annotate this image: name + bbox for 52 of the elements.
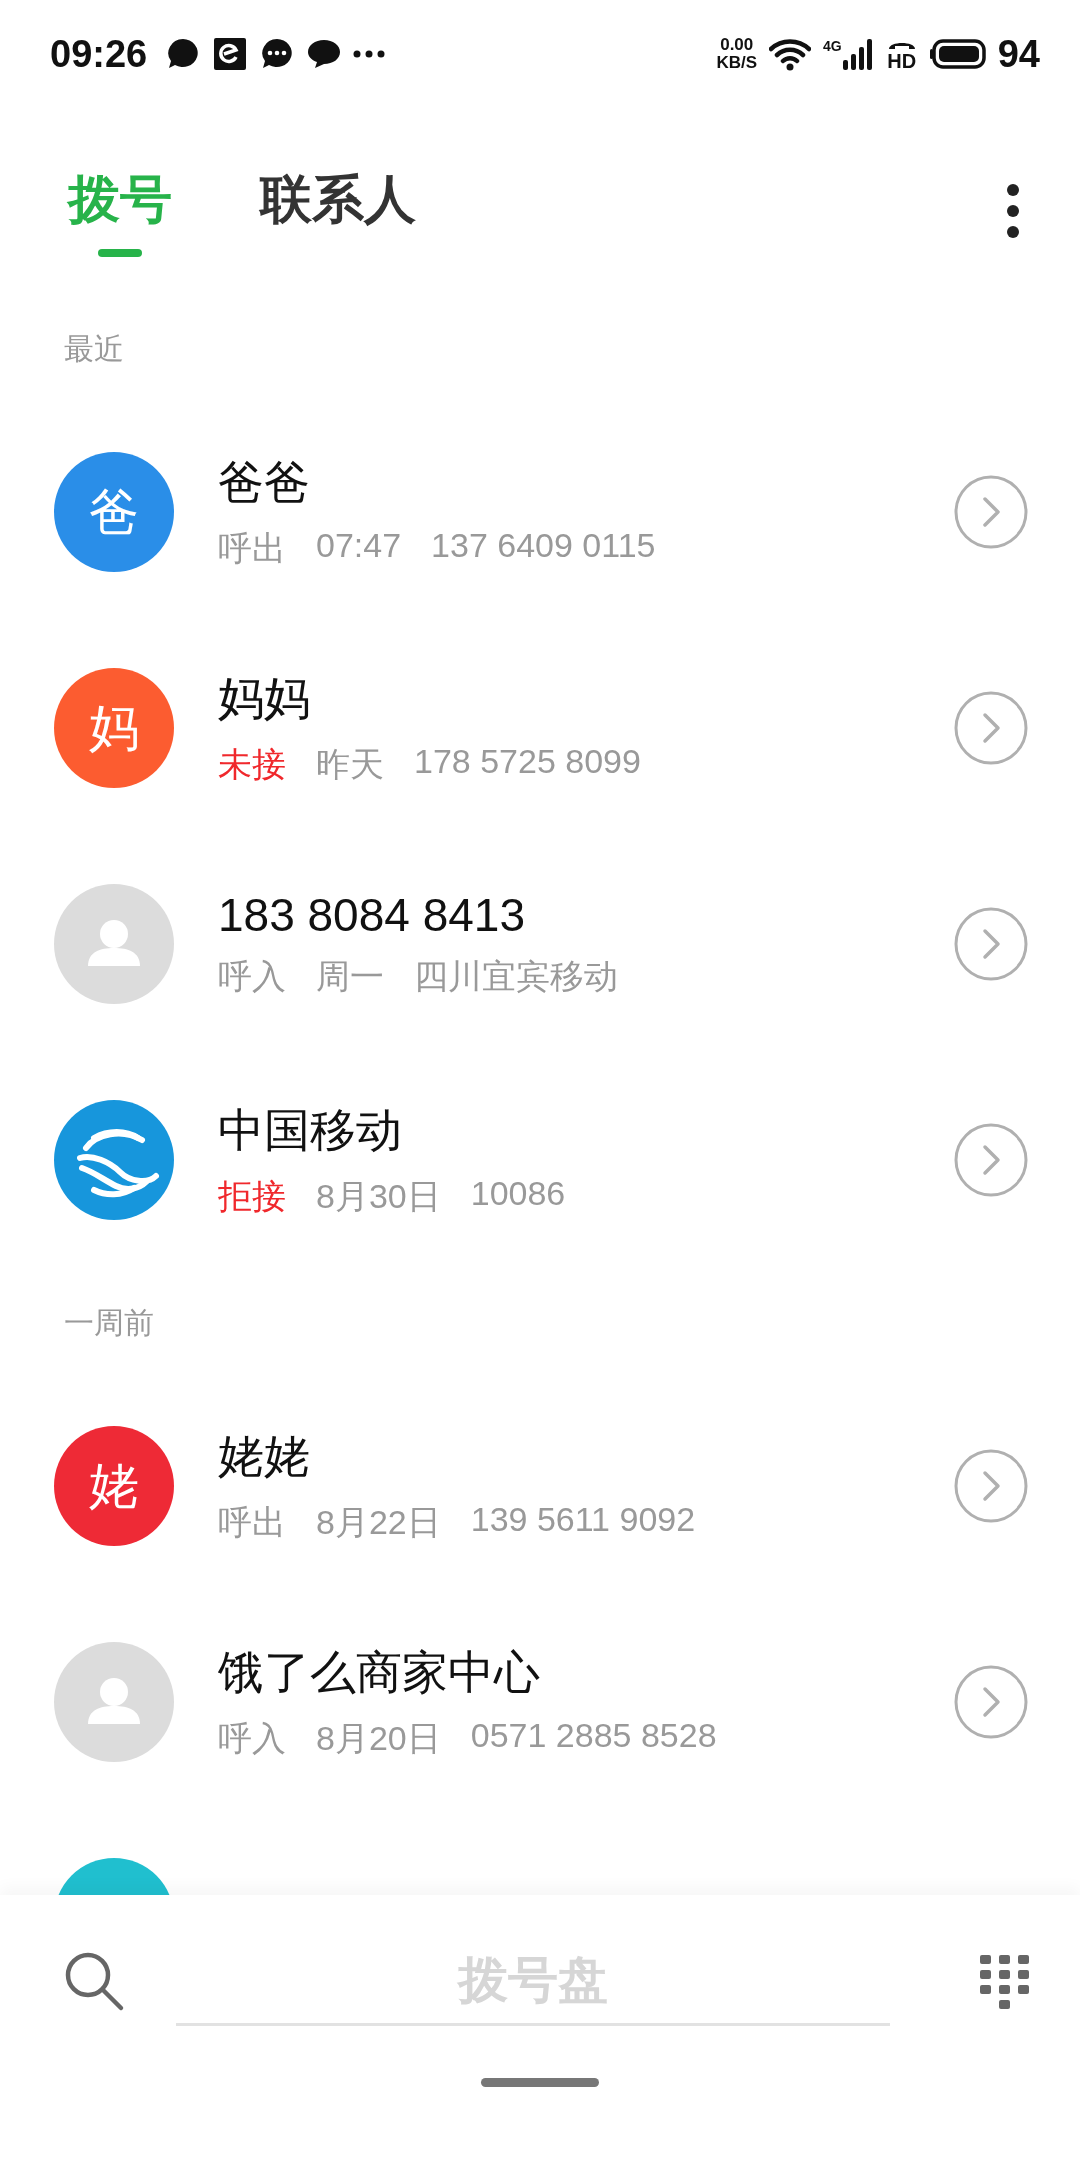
section-header: 一周前 xyxy=(63,1304,155,1341)
contact-name: 妈妈 xyxy=(218,671,310,726)
call-time: 周一 xyxy=(316,956,384,997)
call-type: 呼入 xyxy=(218,956,286,997)
battery-icon xyxy=(929,39,986,69)
chat-bubble-icon xyxy=(307,39,342,69)
call-detail: 178 5725 8099 xyxy=(414,742,641,782)
chevron-right-icon[interactable] xyxy=(954,1449,1028,1523)
call-time: 8月30日 xyxy=(316,1176,441,1217)
call-type: 拒接 xyxy=(218,1176,286,1217)
avatar: 姥 xyxy=(54,1426,174,1546)
call-time: 8月20日 xyxy=(316,1718,441,1759)
dialpad-icon[interactable] xyxy=(980,1954,1030,2009)
call-detail: 137 6409 0115 xyxy=(431,526,656,566)
avatar: 爸 xyxy=(54,452,174,572)
avatar: 妈 xyxy=(54,668,174,788)
chevron-right-icon[interactable] xyxy=(954,475,1028,549)
call-time: 07:47 xyxy=(316,526,402,566)
app-notification-icon xyxy=(213,37,248,71)
chevron-right-icon[interactable] xyxy=(954,1123,1028,1197)
section-header: 最近 xyxy=(63,330,125,367)
contact-name: 183 8084 8413 xyxy=(218,888,525,942)
chevron-right-icon[interactable] xyxy=(954,1665,1028,1739)
search-icon[interactable] xyxy=(64,1950,126,2013)
home-indicator[interactable] xyxy=(481,2078,599,2087)
contact-name: 爸爸 xyxy=(218,455,310,510)
status-time: 09:26 xyxy=(50,32,148,76)
more-options-icon[interactable] xyxy=(1006,183,1020,239)
signal-icon xyxy=(841,38,874,70)
network-type: 4G xyxy=(823,38,842,54)
call-detail: 139 5611 9092 xyxy=(470,1500,696,1540)
net-speed-unit: KB/S xyxy=(716,54,758,72)
call-detail: 四川宜宾移动 xyxy=(414,956,618,997)
call-time: 8月22日 xyxy=(316,1502,441,1543)
call-type: 呼出 xyxy=(218,1502,286,1543)
contact-name: 中国移动 xyxy=(218,1103,402,1158)
call-type: 呼出 xyxy=(218,528,286,569)
call-detail: 0571 2885 8528 xyxy=(470,1716,717,1756)
call-type: 呼入 xyxy=(218,1718,286,1759)
more-notifications-icon xyxy=(353,50,386,58)
wifi-icon xyxy=(769,37,812,71)
contact-name: 饿了么商家中心 xyxy=(218,1645,540,1700)
chevron-right-icon[interactable] xyxy=(954,907,1028,981)
tab[interactable]: 联系人 xyxy=(260,165,416,257)
battery-level: 94 xyxy=(997,32,1040,76)
call-detail: 10086 xyxy=(470,1174,566,1214)
contact-name: 姥姥 xyxy=(218,1429,310,1484)
hd-label: HD xyxy=(887,51,917,71)
call-type: 未接 xyxy=(218,744,286,785)
chevron-right-icon[interactable] xyxy=(954,691,1028,765)
net-speed: 0.00 xyxy=(720,36,754,54)
call-time: 昨天 xyxy=(316,744,384,785)
